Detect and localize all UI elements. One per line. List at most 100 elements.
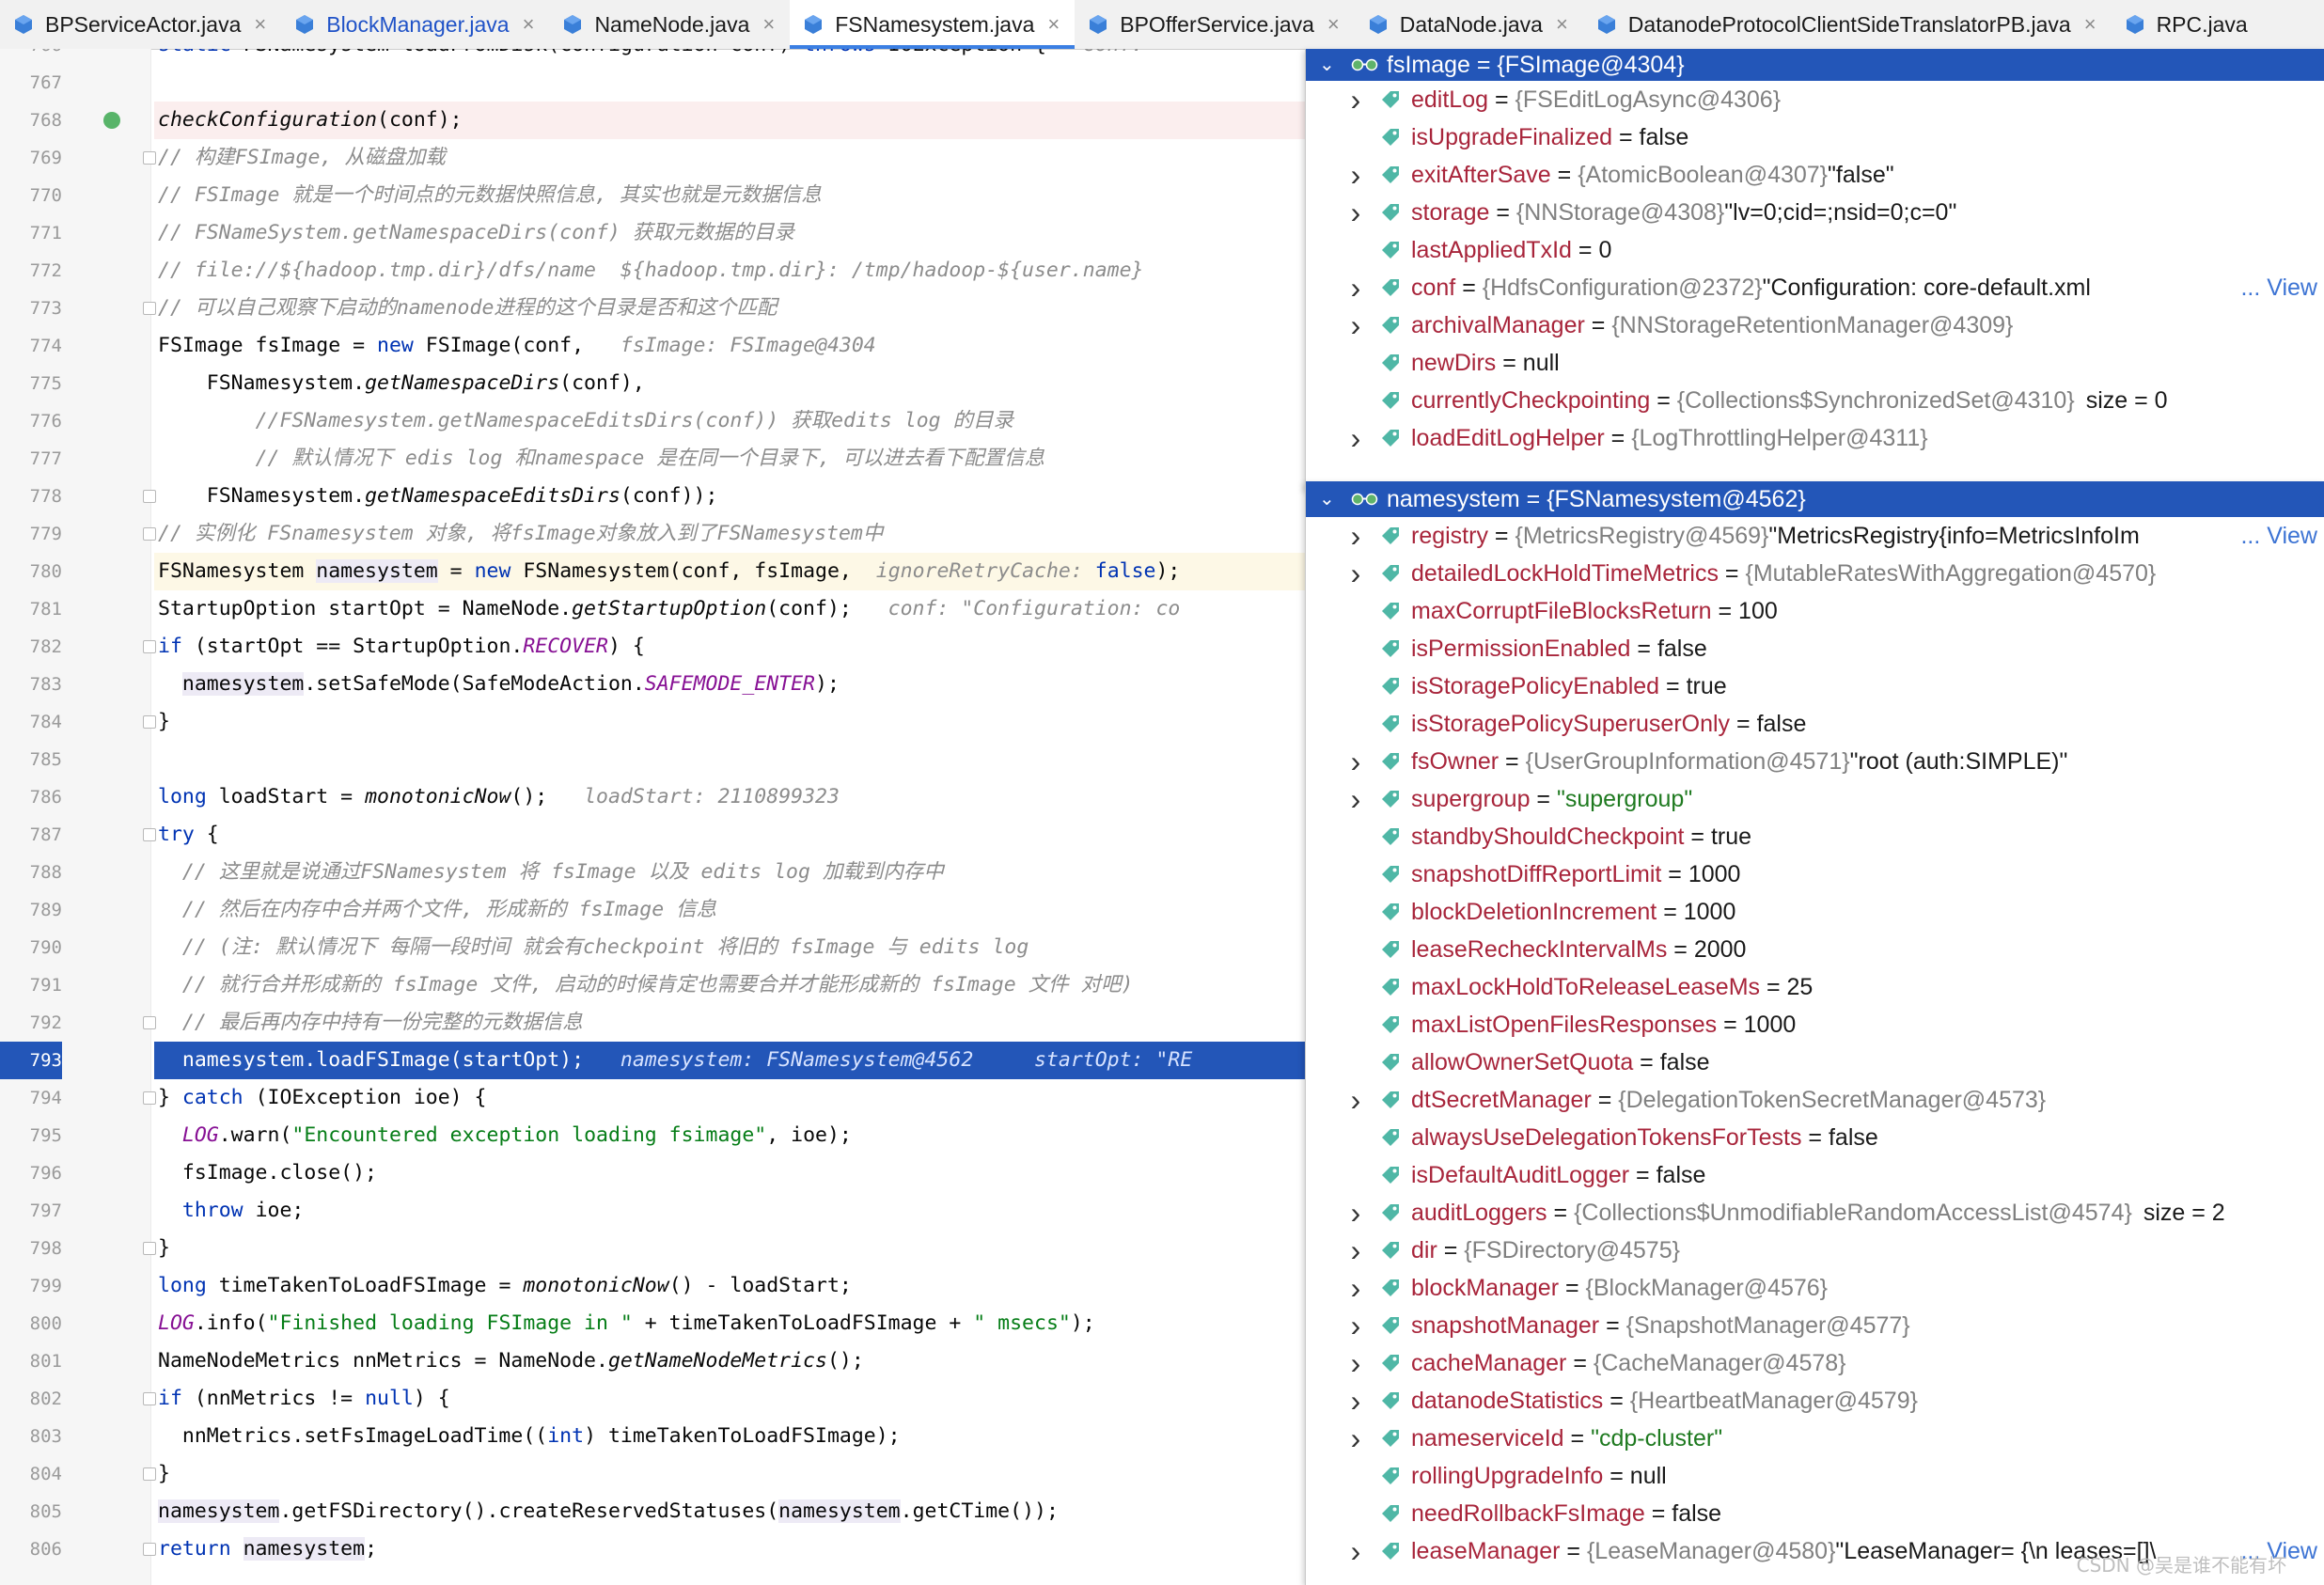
debug-field-row[interactable]: ›alwaysUseDelegationTokensForTests = fal… bbox=[1306, 1119, 2324, 1156]
chevron-right-icon[interactable]: › bbox=[1345, 1083, 1366, 1118]
chevron-right-icon[interactable]: › bbox=[1345, 83, 1366, 118]
code-line[interactable]: 781 StartupOption startOpt = NameNode.get… bbox=[0, 590, 1307, 628]
fold-marker-icon[interactable] bbox=[143, 828, 156, 841]
chevron-down-icon[interactable]: ⌄ bbox=[1319, 49, 1338, 81]
debug-field-row[interactable]: ›maxLockHoldToReleaseLeaseMs = 25 bbox=[1306, 968, 2324, 1006]
editor-tab[interactable]: DataNode.java × bbox=[1355, 0, 1583, 49]
close-icon[interactable]: × bbox=[1556, 12, 1568, 37]
code-line[interactable]: 775 FSNamesystem.getNamespaceDirs(conf), bbox=[0, 365, 1307, 402]
fold-marker-icon[interactable] bbox=[143, 1242, 156, 1255]
popup-header-namesystem[interactable]: ⌄ namesystem = {FSNamesystem@4562} bbox=[1306, 481, 2324, 517]
debug-field-row[interactable]: ›rollingUpgradeInfo = null bbox=[1306, 1457, 2324, 1495]
code-line[interactable]: 779 // 实例化 FSnamesystem 对象, 将fsImage对象放入到… bbox=[0, 515, 1307, 553]
debug-field-row[interactable]: ›maxCorruptFileBlocksReturn = 100 bbox=[1306, 592, 2324, 630]
debug-field-row[interactable]: › auditLoggers = {Collections$Unmodifiabl… bbox=[1306, 1194, 2324, 1232]
code-line[interactable]: 767 bbox=[0, 64, 1307, 102]
debug-field-row[interactable]: ›isUpgradeFinalized = false bbox=[1306, 118, 2324, 156]
close-icon[interactable]: × bbox=[762, 12, 775, 37]
chevron-right-icon[interactable]: › bbox=[1345, 158, 1366, 193]
debug-field-row[interactable]: ›lastAppliedTxId = 0 bbox=[1306, 231, 2324, 269]
debug-field-row[interactable]: › loadEditLogHelper = {LogThrottlingHelpe… bbox=[1306, 419, 2324, 457]
view-link[interactable]: ... View bbox=[2238, 274, 2317, 302]
debug-field-row[interactable]: › datanodeStatistics = {HeartbeatManager@… bbox=[1306, 1382, 2324, 1420]
code-line[interactable]: 784} bbox=[0, 703, 1307, 741]
debug-field-row[interactable]: ›isStoragePolicyEnabled = true bbox=[1306, 667, 2324, 705]
view-link[interactable]: ... View bbox=[2238, 522, 2317, 550]
debug-field-row[interactable]: ›maxListOpenFilesResponses = 1000 bbox=[1306, 1006, 2324, 1044]
debug-field-row[interactable]: › dir = {FSDirectory@4575} bbox=[1306, 1232, 2324, 1269]
code-line[interactable]: 796 fsImage.close(); bbox=[0, 1154, 1307, 1192]
debug-field-row[interactable]: › registry = {MetricsRegistry@4569} "Metr… bbox=[1306, 517, 2324, 555]
debug-field-row[interactable]: ›isPermissionEnabled = false bbox=[1306, 630, 2324, 667]
editor-tab[interactable]: BlockManager.java × bbox=[281, 0, 549, 49]
fold-marker-icon[interactable] bbox=[143, 490, 156, 503]
code-line[interactable]: 802 if (nnMetrics != null) { bbox=[0, 1380, 1307, 1418]
debug-field-row[interactable]: ›newDirs = null bbox=[1306, 344, 2324, 382]
fold-marker-icon[interactable] bbox=[143, 1016, 156, 1029]
code-line[interactable]: 774 FSImage fsImage = new FSImage(conf, f… bbox=[0, 327, 1307, 365]
editor-tab[interactable]: BPServiceActor.java × bbox=[0, 0, 281, 49]
chevron-right-icon[interactable]: › bbox=[1345, 1534, 1366, 1569]
debug-field-row[interactable]: ›standbyShouldCheckpoint = true bbox=[1306, 818, 2324, 855]
code-line[interactable]: 770 // FSImage 就是一个时间点的元数据快照信息, 其实也就是元数据信… bbox=[0, 177, 1307, 214]
chevron-right-icon[interactable]: › bbox=[1345, 782, 1366, 817]
code-line[interactable]: 771 // FSNameSystem.getNamespaceDirs(conf… bbox=[0, 214, 1307, 252]
debug-field-row[interactable]: › cacheManager = {CacheManager@4578} bbox=[1306, 1344, 2324, 1382]
fold-marker-icon[interactable] bbox=[143, 151, 156, 165]
fold-marker-icon[interactable] bbox=[143, 1543, 156, 1556]
debug-field-row[interactable]: ›snapshotDiffReportLimit = 1000 bbox=[1306, 855, 2324, 893]
close-icon[interactable]: × bbox=[523, 12, 535, 37]
debug-field-row[interactable]: › dtSecretManager = {DelegationTokenSecre… bbox=[1306, 1081, 2324, 1119]
debug-field-row[interactable]: › editLog = {FSEditLogAsync@4306} bbox=[1306, 81, 2324, 118]
code-line[interactable]: 804} bbox=[0, 1455, 1307, 1493]
debug-field-row[interactable]: › archivalManager = {NNStorageRetentionMa… bbox=[1306, 306, 2324, 344]
chevron-right-icon[interactable]: › bbox=[1345, 421, 1366, 456]
chevron-right-icon[interactable]: › bbox=[1345, 1309, 1366, 1343]
code-line[interactable]: 793 namesystem.loadFSImage(startOpt); na… bbox=[0, 1042, 1307, 1079]
close-icon[interactable]: × bbox=[254, 12, 266, 37]
chevron-right-icon[interactable]: › bbox=[1345, 1233, 1366, 1268]
fold-marker-icon[interactable] bbox=[143, 1091, 156, 1105]
code-line[interactable]: 786 long loadStart = monotonicNow(); load… bbox=[0, 778, 1307, 816]
code-line[interactable]: 769 // 构建FSImage, 从磁盘加载 bbox=[0, 139, 1307, 177]
popup-header-fsimage[interactable]: ⌄ fsImage = {FSImage@4304} bbox=[1306, 49, 2324, 81]
code-line[interactable]: 776 //FSNamesystem.getNamespaceEditsDirs… bbox=[0, 402, 1307, 440]
editor-tab[interactable]: BPOfferService.java × bbox=[1075, 0, 1355, 49]
code-line[interactable]: 792 // 最后再内存中持有一份完整的元数据信息 bbox=[0, 1004, 1307, 1042]
code-line[interactable]: 773 // 可以自己观察下启动的namenode进程的这个目录是否和这个匹配 bbox=[0, 290, 1307, 327]
fold-marker-icon[interactable] bbox=[143, 527, 156, 541]
chevron-right-icon[interactable]: › bbox=[1345, 196, 1366, 230]
code-line[interactable]: 799 long timeTakenToLoadFSImage = monoton… bbox=[0, 1267, 1307, 1305]
chevron-right-icon[interactable]: › bbox=[1345, 1271, 1366, 1306]
code-line[interactable]: 768 checkConfiguration(conf); bbox=[0, 102, 1307, 139]
editor-tab[interactable]: DatanodeProtocolClientSideTranslatorPB.j… bbox=[1583, 0, 2112, 49]
debug-field-row[interactable]: › blockManager = {BlockManager@4576} bbox=[1306, 1269, 2324, 1307]
code-line[interactable]: 800 LOG.info("Finished loading FSImage in… bbox=[0, 1305, 1307, 1342]
debug-field-row[interactable]: › conf = {HdfsConfiguration@2372} "Config… bbox=[1306, 269, 2324, 306]
code-line[interactable]: 805 namesystem.getFSDirectory().createRes… bbox=[0, 1493, 1307, 1530]
debug-field-row[interactable]: › exitAfterSave = {AtomicBoolean@4307} "f… bbox=[1306, 156, 2324, 194]
code-line[interactable]: 790 // (注: 默认情况下 每隔一段时间 就会有checkpoint 将旧… bbox=[0, 929, 1307, 966]
chevron-right-icon[interactable]: › bbox=[1345, 745, 1366, 779]
code-line[interactable]: 778 FSNamesystem.getNamespaceEditsDirs(c… bbox=[0, 478, 1307, 515]
code-line[interactable]: 787 try { bbox=[0, 816, 1307, 854]
fold-marker-icon[interactable] bbox=[143, 302, 156, 315]
code-line[interactable]: 803 nnMetrics.setFsImageLoadTime((int) t… bbox=[0, 1418, 1307, 1455]
debug-field-row[interactable]: › fsOwner = {UserGroupInformation@4571} "… bbox=[1306, 743, 2324, 780]
code-line[interactable]: 788 // 这里就是说通过FSNamesystem 将 fsImage 以及 … bbox=[0, 854, 1307, 891]
debug-field-row[interactable]: ›needRollbackFsImage = false bbox=[1306, 1495, 2324, 1532]
debug-field-row[interactable]: ›isStoragePolicySuperuserOnly = false bbox=[1306, 705, 2324, 743]
fold-marker-icon[interactable] bbox=[143, 1467, 156, 1481]
code-line[interactable]: 797 throw ioe; bbox=[0, 1192, 1307, 1230]
code-line[interactable]: 795 LOG.warn("Encountered exception load… bbox=[0, 1117, 1307, 1154]
chevron-right-icon[interactable]: › bbox=[1345, 557, 1366, 591]
debug-field-row[interactable]: › storage = {NNStorage@4308} "lv=0;cid=;n… bbox=[1306, 194, 2324, 231]
fold-marker-icon[interactable] bbox=[143, 715, 156, 729]
code-line[interactable]: 766 static FSNamesystem loadFromDisk(Conf… bbox=[0, 49, 1307, 64]
code-line[interactable]: 780 FSNamesystem namesystem = new FSNames… bbox=[0, 553, 1307, 590]
code-line[interactable]: 798} bbox=[0, 1230, 1307, 1267]
chevron-right-icon[interactable]: › bbox=[1345, 271, 1366, 306]
close-icon[interactable]: × bbox=[1327, 12, 1340, 37]
debug-field-row[interactable]: › nameserviceId = "cdp-cluster" bbox=[1306, 1420, 2324, 1457]
debug-field-row[interactable]: ›isDefaultAuditLogger = false bbox=[1306, 1156, 2324, 1194]
